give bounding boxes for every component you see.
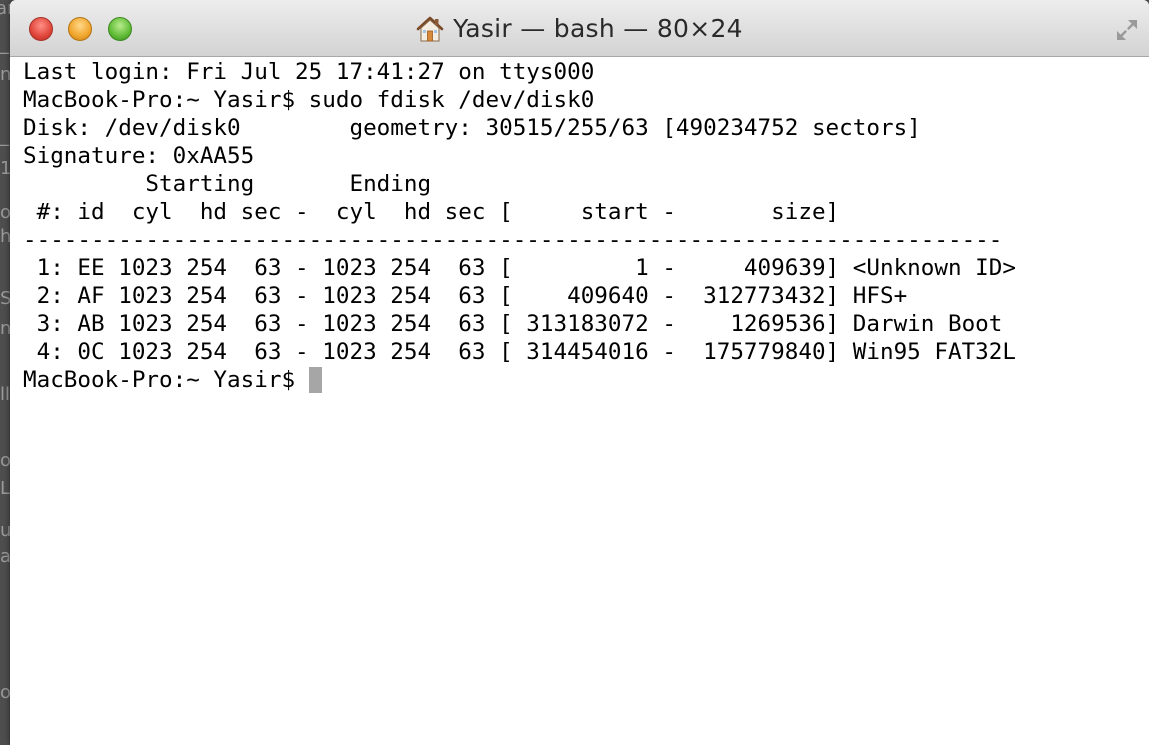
terminal-line: Last login: Fri Jul 25 17:41:27 on ttys0… [23,59,595,85]
terminal-line: 4: 0C 1023 254 63 - 1023 254 63 [ 314454… [23,339,1016,365]
background-text: _ [0,34,9,55]
terminal-content[interactable]: Last login: Fri Jul 25 17:41:27 on ttys0… [23,58,1149,745]
terminal-line: 3: AB 1023 254 63 - 1023 254 63 [ 313183… [23,311,1003,337]
terminal-line: 2: AF 1023 254 63 - 1023 254 63 [ 409640… [23,283,908,309]
terminal-line: #: id cyl hd sec - cyl hd sec [ start - … [23,199,840,225]
background-text: _ [0,126,9,147]
shell-prompt: MacBook-Pro:~ Yasir$ [23,367,309,393]
fullscreen-icon[interactable] [1113,16,1141,44]
terminal-line: Starting Ending [23,171,432,197]
background-text: ll [0,384,11,405]
window-title-text: Yasir — bash — 80×24 [453,14,743,43]
terminal-window: Yasir — bash — 80×24 Last login: Fri Jul… [10,0,1149,745]
title-bar[interactable]: Yasir — bash — 80×24 [10,0,1149,57]
window-title: Yasir — bash — 80×24 [10,14,1149,43]
terminal-line: MacBook-Pro:~ Yasir$ sudo fdisk /dev/dis… [23,87,595,113]
terminal-line: 1: EE 1023 254 63 - 1023 254 63 [ 1 - 40… [23,255,1016,281]
terminal-line: Disk: /dev/disk0 geometry: 30515/255/63 … [23,115,921,141]
prompt-line[interactable]: MacBook-Pro:~ Yasir$ [23,366,1149,394]
text-cursor [308,367,322,393]
terminal-line: ----------------------------------------… [23,227,1003,253]
terminal-line: Signature: 0xAA55 [23,143,255,169]
home-icon [416,16,444,41]
